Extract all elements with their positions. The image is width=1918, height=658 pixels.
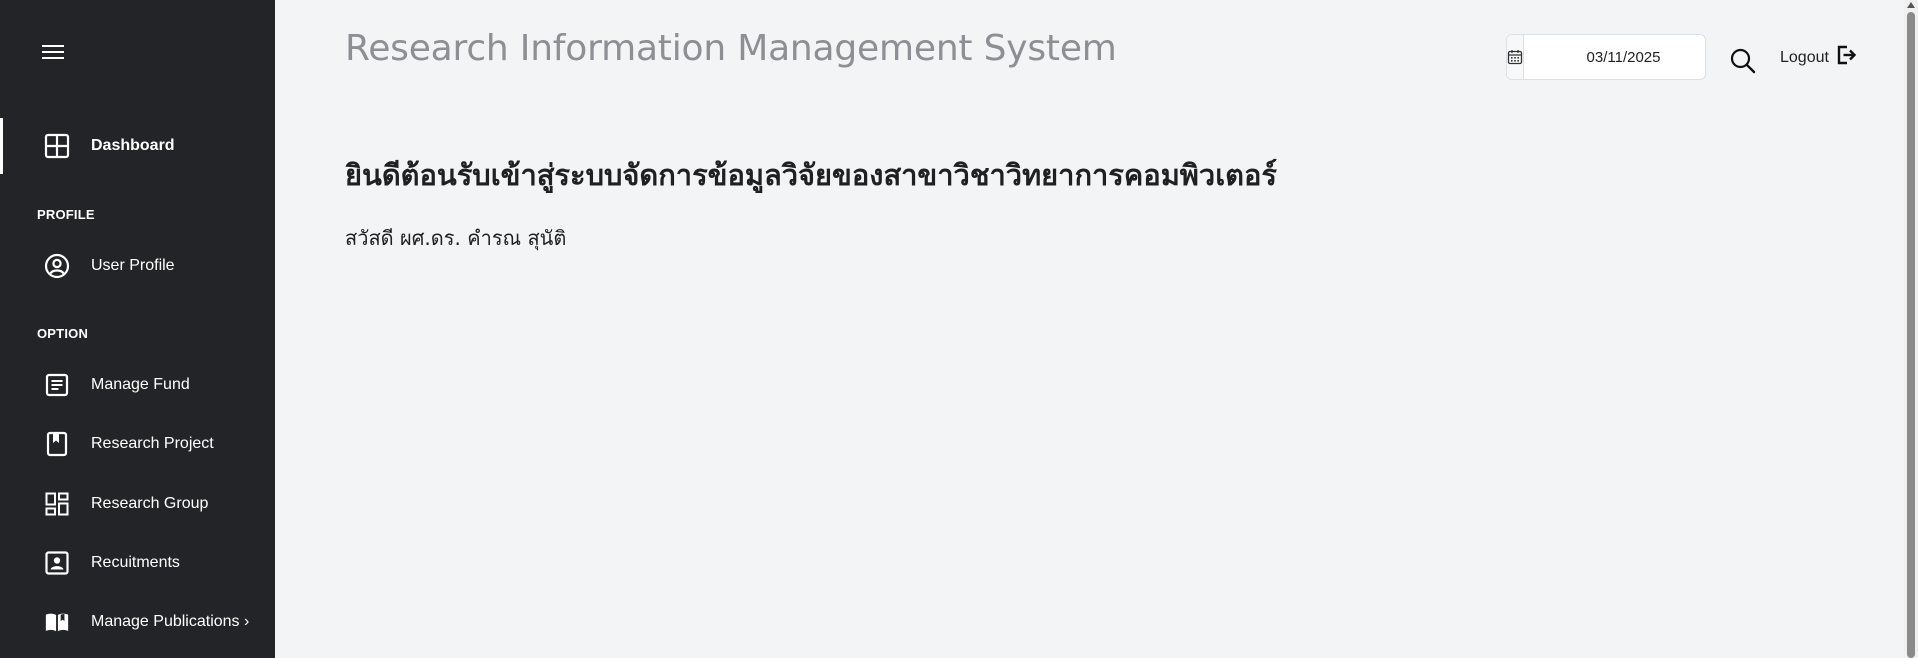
app-root: Dashboard PROFILE User Profile OPTION Ma… xyxy=(0,0,1918,658)
scroll-up-arrow-icon[interactable] xyxy=(1907,2,1915,8)
sidebar-item-recuitments[interactable]: Recuitments xyxy=(0,535,275,591)
sidebar-item-research-group[interactable]: Research Group xyxy=(0,476,275,532)
app-title: Research Information Management System xyxy=(345,28,1117,69)
date-input[interactable] xyxy=(1524,35,1705,79)
sidebar-item-label: User Profile xyxy=(91,257,175,274)
bookmark-icon xyxy=(44,431,70,457)
id-card-icon xyxy=(44,550,70,576)
open-book-icon xyxy=(44,609,70,635)
sidebar-item-manage-fund[interactable]: Manage Fund xyxy=(0,357,275,413)
sidebar-item-manage-publications[interactable]: Manage Publications › xyxy=(0,594,275,650)
hamburger-menu-icon[interactable] xyxy=(42,42,66,62)
section-label-option: OPTION xyxy=(37,326,89,341)
sidebar-item-research-project[interactable]: Research Project xyxy=(0,416,275,472)
sidebar-item-label: Manage Fund xyxy=(91,376,190,393)
sidebar: Dashboard PROFILE User Profile OPTION Ma… xyxy=(0,0,275,658)
calendar-icon[interactable] xyxy=(1507,35,1524,79)
layout-blocks-icon xyxy=(44,491,70,517)
welcome-heading: ยินดีต้อนรับเข้าสู่ระบบจัดการข้อมูลวิจัย… xyxy=(345,158,1277,192)
greeting-text: สวัสดี ผศ.ดร. คำรณ สุนัติ xyxy=(345,226,567,250)
document-list-icon xyxy=(44,372,70,398)
page-scrollbar[interactable] xyxy=(1904,0,1918,658)
sidebar-item-label: Research Group xyxy=(91,495,209,512)
sidebar-item-label: Research Project xyxy=(91,435,214,452)
sidebar-item-user-profile[interactable]: User Profile xyxy=(0,238,275,294)
sidebar-item-label: Manage Publications › xyxy=(91,613,250,630)
section-label-profile: PROFILE xyxy=(37,207,95,222)
logout-label: Logout xyxy=(1780,48,1829,66)
scrollbar-thumb[interactable] xyxy=(1907,12,1915,658)
sidebar-item-label: Dashboard xyxy=(91,137,175,154)
sidebar-item-label: Recuitments xyxy=(91,554,180,571)
date-picker[interactable] xyxy=(1506,34,1706,80)
logout-button[interactable]: Logout xyxy=(1780,44,1857,71)
user-circle-icon xyxy=(44,253,70,279)
sidebar-item-dashboard[interactable]: Dashboard xyxy=(0,118,275,174)
dashboard-grid-icon xyxy=(44,133,70,159)
search-icon[interactable] xyxy=(1728,46,1758,76)
logout-icon xyxy=(1835,44,1857,71)
